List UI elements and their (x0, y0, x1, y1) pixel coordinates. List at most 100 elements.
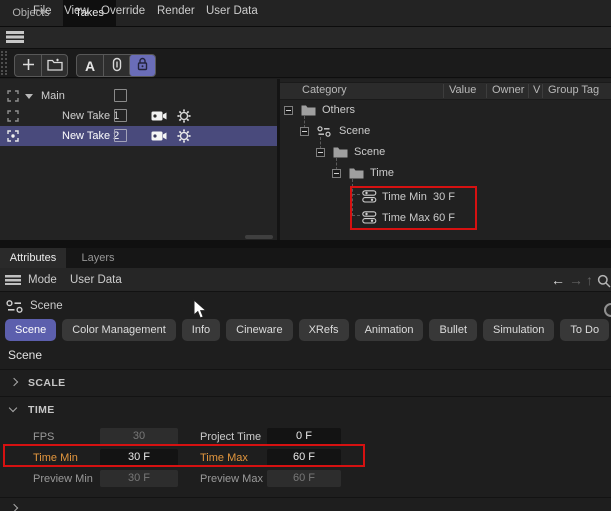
tree-expander[interactable] (284, 106, 293, 115)
attribute-heading: Scene (8, 348, 42, 362)
category-tab-scene[interactable]: Scene (5, 319, 56, 341)
tree-row-time-folder[interactable]: Time (370, 166, 394, 180)
current-take-marquee-icon (7, 130, 19, 145)
section-scale[interactable]: SCALE (28, 377, 66, 389)
tab-attributes[interactable]: Attributes (0, 248, 66, 268)
column-category[interactable]: Category (302, 84, 347, 97)
menu-bar (0, 26, 611, 48)
category-tab-simulation[interactable]: Simulation (483, 319, 554, 341)
column-value[interactable]: Value (449, 84, 476, 97)
column-separator[interactable] (542, 84, 543, 98)
toolbar-group-take-options: A (76, 54, 156, 77)
label-preview-max: Preview Max (200, 472, 263, 486)
tree-row-scene-folder[interactable]: Scene (354, 145, 385, 159)
window-split-border[interactable] (0, 240, 611, 248)
tab-objects[interactable]: Objects (0, 0, 62, 26)
menu-user-data[interactable]: User Data (206, 4, 258, 19)
separator (0, 396, 611, 397)
annotation-highlight-fields (3, 444, 365, 467)
camera-icon[interactable] (151, 110, 167, 125)
expand-caret-icon[interactable] (25, 94, 33, 99)
folder-icon (333, 146, 348, 161)
category-tab-cineware[interactable]: Cineware (226, 319, 292, 341)
lock-icon (136, 57, 149, 74)
search-icon[interactable] (597, 274, 611, 291)
camera-icon[interactable] (151, 130, 167, 145)
auto-take-label: A (85, 58, 95, 74)
section-time[interactable]: TIME (28, 404, 55, 416)
category-tab-animation[interactable]: Animation (355, 319, 424, 341)
tab-scroll-button[interactable] (604, 303, 611, 317)
tree-expander[interactable] (316, 148, 325, 157)
take-name[interactable]: New Take 2 (62, 129, 119, 143)
column-owner[interactable]: Owner (492, 84, 524, 97)
column-group-tag[interactable]: Group Tag (548, 84, 599, 97)
menu-override[interactable]: Override (101, 4, 145, 19)
horizontal-scrollbar-thumb[interactable] (245, 235, 273, 239)
column-v[interactable]: V (533, 84, 540, 97)
scene-object-icon (6, 300, 24, 316)
field-preview-max[interactable]: 60 F (267, 470, 341, 487)
link-button[interactable] (103, 55, 129, 76)
object-name: Scene (30, 300, 63, 312)
column-separator[interactable] (528, 84, 529, 98)
take-row-new-take-2[interactable]: New Take 2 (0, 126, 277, 146)
tree-row-others[interactable]: Others (322, 103, 355, 117)
category-tab-xrefs[interactable]: XRefs (299, 319, 349, 341)
history-forward-icon[interactable]: → (569, 272, 583, 288)
tree-row-scene[interactable]: Scene (339, 124, 370, 138)
user-data-menu[interactable]: User Data (70, 273, 122, 287)
gear-icon[interactable] (177, 129, 191, 146)
menu-render[interactable]: Render (157, 4, 195, 19)
auto-take-button[interactable]: A (77, 55, 103, 76)
toolbar-group-create (14, 54, 68, 77)
menu-hamburger-icon[interactable] (6, 31, 24, 43)
gear-icon[interactable] (177, 109, 191, 126)
take-row-new-take-1[interactable]: New Take 1 (0, 106, 277, 126)
menu-view[interactable]: View (64, 4, 89, 19)
label-preview-min: Preview Min (33, 472, 93, 486)
takes-manager-window: Objects Takes File View Override Render … (0, 0, 611, 511)
column-separator[interactable] (486, 84, 487, 98)
take-name[interactable]: New Take 1 (62, 109, 119, 123)
category-tab-bullet[interactable]: Bullet (429, 319, 477, 341)
marquee-icon (7, 110, 19, 125)
take-name[interactable]: Main (41, 89, 65, 103)
take-checkbox[interactable] (114, 109, 127, 122)
field-project-time[interactable]: 0 F (267, 428, 341, 445)
label-fps: FPS (33, 430, 54, 444)
annotation-highlight-tree (350, 186, 477, 230)
link-icon (112, 57, 122, 75)
tab-layers[interactable]: Layers (66, 248, 130, 268)
take-checkbox[interactable] (114, 89, 127, 102)
mouse-cursor (193, 299, 207, 323)
separator (0, 497, 611, 498)
parent-up-icon[interactable]: ↑ (586, 272, 593, 288)
field-preview-min[interactable]: 30 F (100, 470, 178, 487)
separator (0, 369, 611, 370)
field-fps[interactable]: 30 (100, 428, 178, 445)
lock-overrides-button[interactable] (129, 55, 155, 76)
folder-icon (349, 167, 364, 182)
mode-menu[interactable]: Mode (28, 273, 57, 287)
folder-icon (301, 104, 316, 119)
tree-expander[interactable] (300, 127, 309, 136)
take-checkbox[interactable] (114, 129, 127, 142)
label-project-time: Project Time (200, 430, 261, 444)
category-tab-to-do[interactable]: To Do (560, 319, 609, 341)
category-tab-row: Scene Color Management Info Cineware XRe… (5, 318, 611, 341)
category-tab-color-management[interactable]: Color Management (62, 319, 176, 341)
plus-icon (22, 58, 35, 74)
mode-hamburger-icon[interactable] (5, 275, 21, 285)
tree-expander[interactable] (332, 169, 341, 178)
new-take-button[interactable] (15, 55, 41, 76)
marquee-icon (7, 90, 19, 105)
scene-object-icon (317, 126, 332, 140)
folder-plus-icon (47, 58, 63, 74)
toolbar-drag-handle[interactable] (1, 51, 7, 75)
column-separator[interactable] (443, 84, 444, 98)
take-row-main[interactable]: Main (0, 86, 277, 106)
history-back-icon[interactable]: ← (551, 272, 565, 288)
menu-file[interactable]: File (33, 4, 52, 19)
new-take-group-button[interactable] (41, 55, 67, 76)
